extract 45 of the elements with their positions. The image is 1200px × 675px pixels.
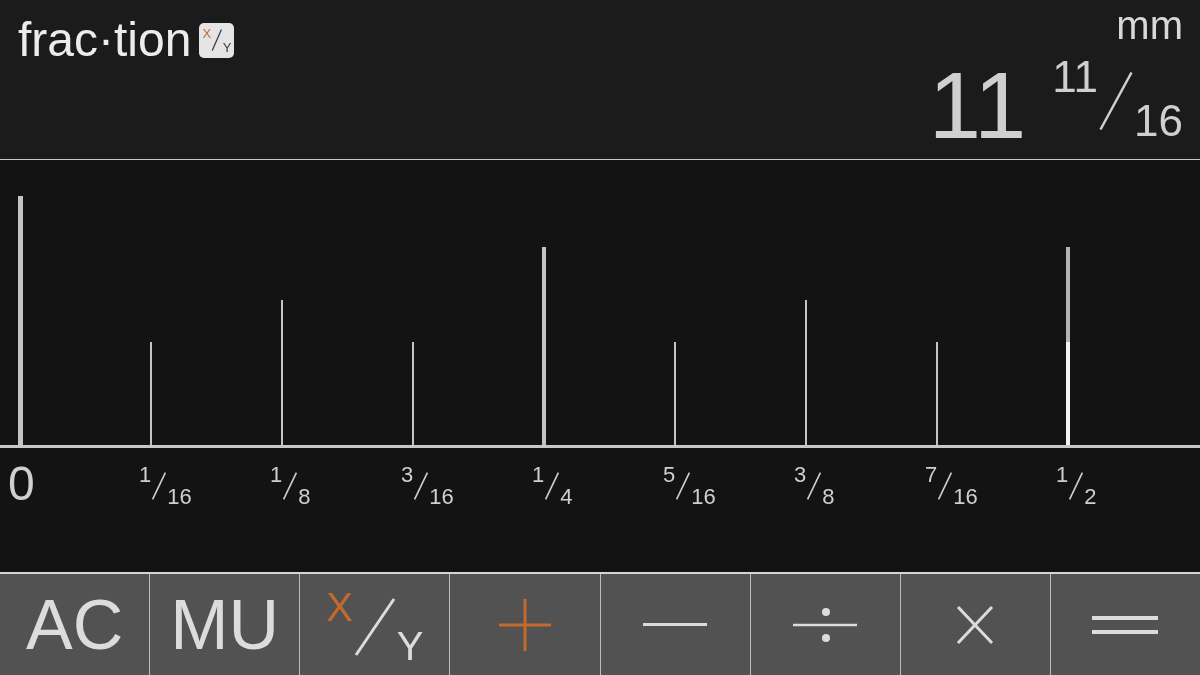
slash-icon bbox=[151, 471, 168, 501]
fraction-denominator: 16 bbox=[691, 486, 716, 508]
slash-icon bbox=[282, 471, 299, 501]
slash-icon bbox=[806, 471, 823, 501]
fraction-numerator: 3 bbox=[794, 464, 807, 486]
tile-numerator: X bbox=[202, 26, 212, 40]
fraction-key[interactable]: X Y bbox=[300, 574, 450, 675]
fraction-numerator: 1 bbox=[1056, 464, 1069, 486]
app-name: frac·tion bbox=[18, 16, 192, 64]
fraction-denominator: 2 bbox=[1084, 486, 1097, 508]
slash-icon bbox=[1068, 471, 1085, 501]
fraction-numerator: 1 bbox=[270, 464, 283, 486]
slash-icon bbox=[1098, 70, 1135, 132]
fraction-numerator: 7 bbox=[925, 464, 938, 486]
fraction-numerator: 1 bbox=[139, 464, 152, 486]
result-numerator: 11 bbox=[1052, 55, 1099, 99]
result-whole-number: 11 bbox=[928, 67, 1027, 143]
multiply-key[interactable] bbox=[900, 574, 1050, 675]
equals-key[interactable] bbox=[1050, 574, 1200, 675]
fraction-numerator: 3 bbox=[401, 464, 414, 486]
slash-icon bbox=[413, 471, 430, 501]
fraction-denominator: 8 bbox=[822, 486, 835, 508]
slash-icon bbox=[211, 28, 223, 52]
equals-icon bbox=[1092, 615, 1159, 634]
multiply-icon bbox=[956, 604, 995, 645]
fraction-denominator: 16 bbox=[953, 486, 978, 508]
unit-toggle[interactable]: mm bbox=[1116, 5, 1183, 45]
minus-icon bbox=[643, 623, 708, 626]
fraction-numerator: 1 bbox=[532, 464, 545, 486]
fraction-denominator: 16 bbox=[167, 486, 192, 508]
slash-icon bbox=[937, 471, 954, 501]
calculator-key[interactable]: MU bbox=[150, 574, 300, 675]
tile-denominator: Y bbox=[222, 40, 232, 54]
slash-icon bbox=[544, 471, 561, 501]
fraction-numerator: 5 bbox=[663, 464, 676, 486]
fraction-denominator: 16 bbox=[429, 486, 454, 508]
result-denominator: 16 bbox=[1134, 99, 1183, 143]
fraction-denominator: 4 bbox=[560, 486, 573, 508]
slash-icon bbox=[675, 471, 692, 501]
calculator-key[interactable]: AC bbox=[0, 574, 150, 675]
plus-icon bbox=[498, 598, 551, 651]
ruler-label: 0 bbox=[8, 460, 35, 508]
divide-icon bbox=[793, 607, 858, 642]
fraction-denominator: 8 bbox=[298, 486, 311, 508]
divide-key[interactable] bbox=[750, 574, 900, 675]
